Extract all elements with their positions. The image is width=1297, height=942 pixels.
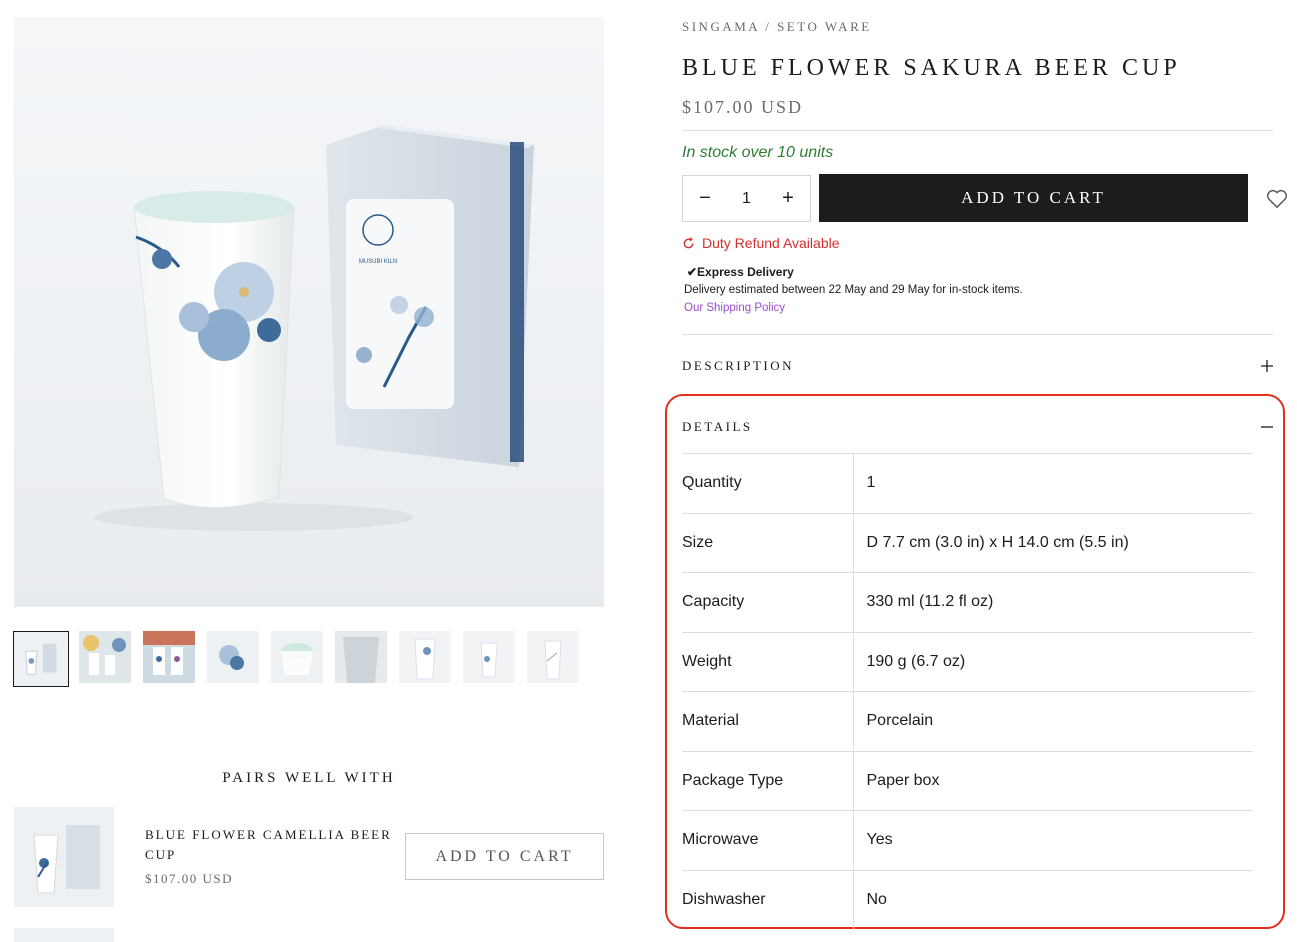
pair-item: BLUE FLOWER CAMELLIA BEER CUP $107.00 US… xyxy=(14,807,604,907)
thumbnail-7[interactable] xyxy=(399,631,451,683)
pair-item-name[interactable]: BLUE FLOWER CAMELLIA BEER CUP xyxy=(145,825,395,865)
thumbnail-4[interactable] xyxy=(207,631,259,683)
table-row: Capacity 330 ml (11.2 fl oz) xyxy=(682,572,1253,632)
minus-icon[interactable] xyxy=(1261,421,1273,433)
thumbnail-strip xyxy=(13,631,579,687)
thumbnail-8[interactable] xyxy=(463,631,515,683)
thumbnail-1[interactable] xyxy=(13,631,69,687)
thumbnail-2[interactable] xyxy=(79,631,131,683)
breadcrumb[interactable]: SINGAMA / SETO WARE xyxy=(682,19,872,35)
minus-icon[interactable]: − xyxy=(695,187,715,210)
detail-value: 190 g (6.7 oz) xyxy=(853,631,1253,692)
thumbnail-9[interactable] xyxy=(527,631,579,683)
product-title: BLUE FLOWER SAKURA BEER CUP xyxy=(682,55,1181,81)
table-row: Quantity 1 xyxy=(682,453,1253,513)
detail-key: Quantity xyxy=(682,453,854,513)
duty-refund[interactable]: Duty Refund Available xyxy=(682,235,840,251)
box-label-text: MUSUBI KILN xyxy=(359,259,397,265)
table-row: Package Type Paper box xyxy=(682,750,1253,811)
thumbnail-6[interactable] xyxy=(335,631,387,683)
product-price: $107.00 USD xyxy=(682,97,804,117)
table-row: Material Porcelain xyxy=(682,691,1253,751)
shipping-policy-link[interactable]: Our Shipping Policy xyxy=(684,302,785,314)
product-photo: MUSUBI KILN xyxy=(94,125,534,531)
pair-add-to-cart-button[interactable]: ADD TO CART xyxy=(405,833,604,880)
description-accordion-toggle[interactable]: DESCRIPTION xyxy=(682,358,794,374)
table-row: Dishwasher No xyxy=(682,869,1253,930)
detail-value: 330 ml (11.2 fl oz) xyxy=(853,572,1253,632)
pair-item-image-partial[interactable] xyxy=(14,928,114,942)
divider xyxy=(682,130,1273,131)
detail-key: Capacity xyxy=(682,572,854,632)
delivery-estimate: Delivery estimated between 22 May and 29… xyxy=(684,284,1023,296)
thumbnail-5[interactable] xyxy=(271,631,323,683)
plus-icon[interactable] xyxy=(1261,360,1273,372)
detail-key: Microwave xyxy=(682,810,854,870)
detail-value: D 7.7 cm (3.0 in) x H 14.0 cm (5.5 in) xyxy=(853,512,1253,573)
thumbnail-3[interactable] xyxy=(143,631,195,683)
detail-value: Yes xyxy=(853,810,1253,870)
detail-value: No xyxy=(853,869,1253,930)
refresh-icon xyxy=(683,236,694,248)
detail-key: Dishwasher xyxy=(682,869,854,930)
duty-refund-label: Duty Refund Available xyxy=(702,235,840,251)
table-row: Weight 190 g (6.7 oz) xyxy=(682,631,1253,692)
table-row: Size D 7.7 cm (3.0 in) x H 14.0 cm (5.5 … xyxy=(682,512,1253,573)
pairs-well-with-heading: PAIRS WELL WITH xyxy=(222,770,396,786)
detail-value: Paper box xyxy=(853,750,1253,811)
add-to-cart-button[interactable]: ADD TO CART xyxy=(819,174,1248,222)
quantity-value[interactable]: 1 xyxy=(742,190,751,208)
details-accordion-toggle[interactable]: DETAILS xyxy=(682,419,753,435)
stock-status: In stock over 10 units xyxy=(682,144,834,161)
heart-icon[interactable] xyxy=(1266,189,1288,209)
detail-value: 1 xyxy=(853,453,1253,513)
detail-key: Material xyxy=(682,691,854,751)
detail-key: Weight xyxy=(682,631,854,692)
detail-key: Package Type xyxy=(682,750,854,811)
pair-item-image[interactable] xyxy=(14,807,114,907)
table-row: Microwave Yes xyxy=(682,810,1253,870)
product-main-image[interactable]: MUSUBI KILN xyxy=(14,17,604,607)
detail-value: Porcelain xyxy=(853,691,1253,751)
quantity-stepper: − 1 + xyxy=(682,175,811,222)
pair-item-price: $107.00 USD xyxy=(145,871,234,886)
divider xyxy=(682,334,1273,335)
detail-key: Size xyxy=(682,512,854,573)
express-delivery-heading: ✔Express Delivery xyxy=(687,265,794,279)
plus-icon[interactable]: + xyxy=(778,187,798,210)
details-table: Quantity 1 Size D 7.7 cm (3.0 in) x H 14… xyxy=(682,453,1253,930)
